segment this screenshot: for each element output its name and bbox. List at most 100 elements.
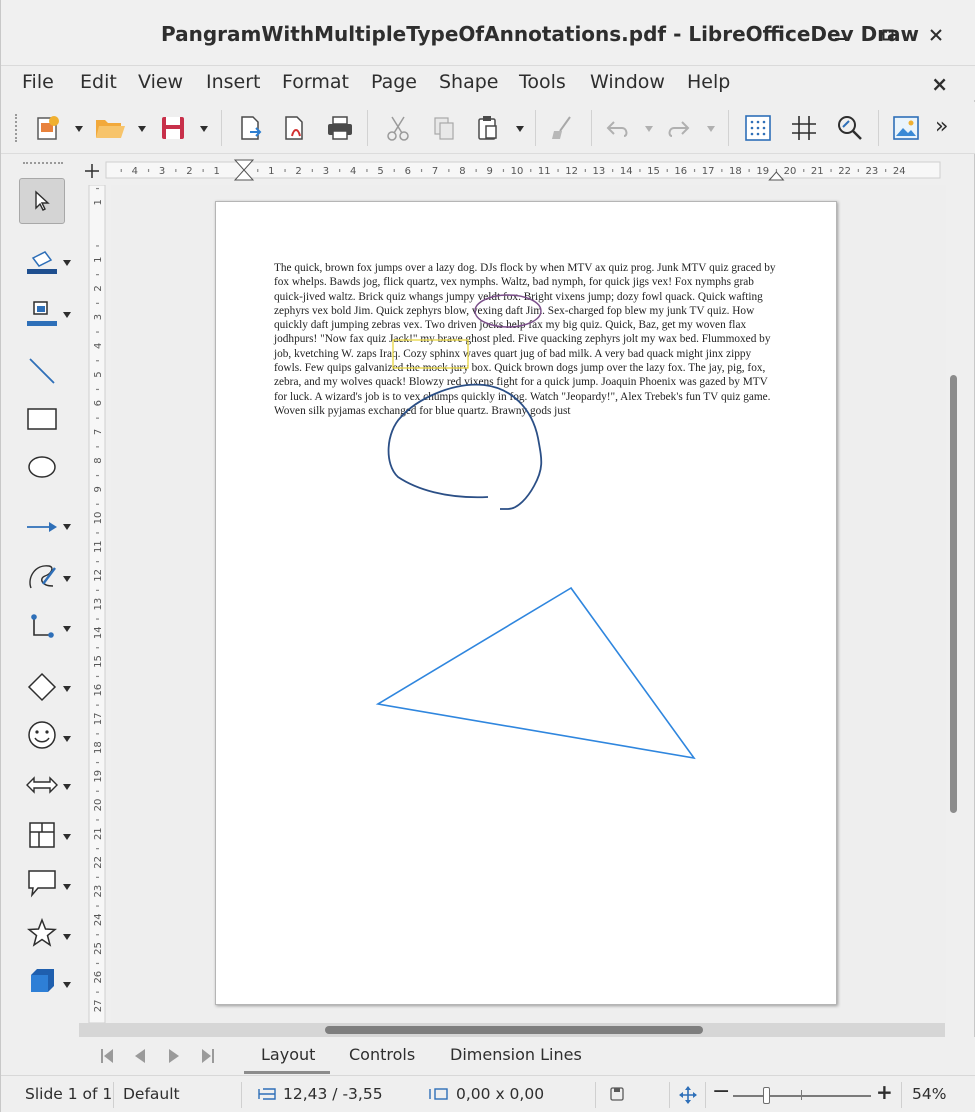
zoom-level[interactable]: 54% xyxy=(912,1085,946,1103)
last-tab-button[interactable] xyxy=(197,1045,219,1067)
save-button[interactable] xyxy=(156,111,190,145)
cut-button[interactable] xyxy=(381,111,415,145)
previous-tab-button[interactable] xyxy=(129,1045,151,1067)
menu-view[interactable]: View xyxy=(138,71,183,93)
ruler-tick xyxy=(175,169,177,172)
block-arrows-dropdown-arrow[interactable] xyxy=(63,784,71,790)
vruler-tick-label: 22 xyxy=(93,856,104,869)
tab-controls[interactable]: Controls xyxy=(349,1045,415,1064)
callout-dropdown-arrow[interactable] xyxy=(63,884,71,890)
drawing-canvas[interactable]: The quick, brown fox jumps over a lazy d… xyxy=(111,185,946,1023)
menu-help[interactable]: Help xyxy=(687,71,730,93)
highlight-box-annotation[interactable] xyxy=(392,339,469,369)
next-tab-button[interactable] xyxy=(163,1045,185,1067)
close-window-button[interactable] xyxy=(923,22,949,48)
export-pdf-button[interactable] xyxy=(277,111,311,145)
connectors-tool[interactable] xyxy=(19,604,65,650)
symbol-shapes-dropdown-arrow[interactable] xyxy=(63,736,71,742)
menu-page[interactable]: Page xyxy=(371,71,417,93)
insert-image-button[interactable] xyxy=(889,111,923,145)
drawing-toolbar-grip[interactable] xyxy=(23,162,63,166)
redo-button[interactable] xyxy=(661,111,695,145)
line-color-tool[interactable] xyxy=(19,238,65,284)
copy-button[interactable] xyxy=(427,111,461,145)
curves-polygons-tool[interactable] xyxy=(19,554,65,600)
menu-file[interactable]: File xyxy=(22,71,54,93)
export-button[interactable] xyxy=(233,111,267,145)
vertical-scrollbar-thumb[interactable] xyxy=(950,375,957,813)
symbol-shapes-tool[interactable] xyxy=(19,712,65,758)
flowchart-dropdown-arrow[interactable] xyxy=(63,834,71,840)
connectors-dropdown-arrow[interactable] xyxy=(63,626,71,632)
horizontal-ruler[interactable]: 4 3 2 1 1 2 3 4 5 6 7 8 9 10 11 12 13 14 15 16 17 18 19 20 21 22 2… xyxy=(79,158,945,184)
undo-dropdown-arrow[interactable] xyxy=(645,126,653,132)
tab-layout[interactable]: Layout xyxy=(261,1045,315,1064)
first-tab-button[interactable] xyxy=(96,1045,118,1067)
basic-shapes-dropdown-arrow[interactable] xyxy=(63,686,71,692)
master-slide-name[interactable]: Default xyxy=(123,1085,180,1103)
tab-dimension-lines[interactable]: Dimension Lines xyxy=(450,1045,582,1064)
toolbar-overflow-button[interactable]: » xyxy=(935,114,948,139)
clone-formatting-button[interactable] xyxy=(545,111,579,145)
menu-insert[interactable]: Insert xyxy=(206,71,261,93)
basic-shapes-tool[interactable] xyxy=(19,664,65,710)
menu-edit[interactable]: Edit xyxy=(80,71,117,93)
vruler-tick-label: 7 xyxy=(93,429,104,435)
minimize-button[interactable] xyxy=(827,22,853,48)
ruler-tick-label: 3 xyxy=(323,166,329,177)
zoom-slider-thumb[interactable] xyxy=(763,1087,770,1104)
document-modified-icon[interactable] xyxy=(609,1086,625,1102)
undo-button[interactable] xyxy=(601,111,635,145)
triangle-annotation[interactable] xyxy=(375,586,696,760)
curves-dropdown-arrow[interactable] xyxy=(63,576,71,582)
helplines-button[interactable] xyxy=(787,111,821,145)
paste-dropdown-arrow[interactable] xyxy=(516,126,524,132)
stars-dropdown-arrow[interactable] xyxy=(63,934,71,940)
3d-objects-tool[interactable] xyxy=(19,958,65,1004)
toolbar-grip[interactable] xyxy=(15,114,19,142)
flowchart-tool[interactable] xyxy=(19,812,65,858)
close-document-button[interactable]: × xyxy=(931,72,948,96)
open-button[interactable] xyxy=(93,111,127,145)
menu-format[interactable]: Format xyxy=(282,71,349,93)
save-dropdown-arrow[interactable] xyxy=(200,126,208,132)
menu-shape[interactable]: Shape xyxy=(439,71,499,93)
move-icon[interactable] xyxy=(679,1086,697,1104)
line-tool[interactable] xyxy=(19,348,65,394)
fill-color-tool[interactable] xyxy=(19,290,65,336)
document-page[interactable]: The quick, brown fox jumps over a lazy d… xyxy=(215,201,837,1005)
zoom-in-button[interactable]: + xyxy=(876,1080,893,1104)
vertical-scrollbar[interactable] xyxy=(946,185,960,1023)
ellipse-annotation[interactable] xyxy=(474,294,542,328)
ruler-tick-label: 1 xyxy=(268,166,274,177)
zoom-out-button[interactable]: − xyxy=(712,1079,730,1104)
lines-arrows-tool[interactable] xyxy=(19,504,65,550)
maximize-button[interactable] xyxy=(875,22,901,48)
zoom-pan-button[interactable] xyxy=(833,111,867,145)
horizontal-scrollbar[interactable] xyxy=(79,1023,945,1037)
paste-button[interactable] xyxy=(471,111,505,145)
new-document-button[interactable] xyxy=(31,111,65,145)
block-arrows-tool[interactable] xyxy=(19,762,65,808)
print-button[interactable] xyxy=(323,111,357,145)
stars-banners-tool[interactable] xyxy=(19,910,65,956)
open-dropdown-arrow[interactable] xyxy=(138,126,146,132)
horizontal-scrollbar-thumb[interactable] xyxy=(325,1026,703,1034)
fill-color-dropdown-arrow[interactable] xyxy=(63,312,71,318)
callout-shapes-tool[interactable] xyxy=(19,860,65,906)
ellipse-tool[interactable] xyxy=(19,444,65,490)
new-dropdown-arrow[interactable] xyxy=(75,126,83,132)
redo-dropdown-arrow[interactable] xyxy=(707,126,715,132)
vertical-ruler[interactable]: 1 1 2 3 4 5 6 7 8 9 10 11 12 13 14 15 16 17 18 19 20 21 22 23 24… xyxy=(85,184,109,1024)
menu-window[interactable]: Window xyxy=(590,71,665,93)
freehand-ink-annotation[interactable] xyxy=(387,383,543,510)
vruler-tick-label: 1 xyxy=(93,199,104,205)
lines-arrows-dropdown-arrow[interactable] xyxy=(63,524,71,530)
rectangle-tool[interactable] xyxy=(19,396,65,442)
menu-tools[interactable]: Tools xyxy=(519,71,566,93)
zoom-slider-track[interactable] xyxy=(733,1095,871,1097)
select-tool[interactable] xyxy=(19,178,65,224)
display-grid-button[interactable] xyxy=(741,111,775,145)
line-color-dropdown-arrow[interactable] xyxy=(63,260,71,266)
3d-objects-dropdown-arrow[interactable] xyxy=(63,982,71,988)
